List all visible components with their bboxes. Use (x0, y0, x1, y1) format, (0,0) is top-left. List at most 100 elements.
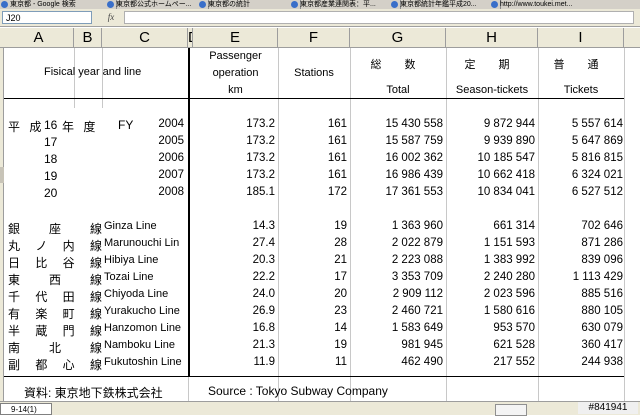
passenger-header-line2: operation (212, 67, 259, 79)
line-name-jp: 日比谷線 (8, 254, 102, 271)
season-tickets: 9 939 890 (483, 135, 535, 147)
tickets-header-jp: 普 通 (553, 59, 609, 71)
season-tickets: 953 570 (493, 322, 535, 334)
passenger-header-unit: km (228, 84, 243, 96)
tab-label: 東京都統計年鑑平成20... (400, 1, 477, 8)
source-en: Source : Tokyo Subway Company (208, 384, 388, 398)
line-name-char: 都 (35, 358, 48, 372)
line-name-char: 内 (62, 239, 75, 253)
column-header-f[interactable]: F (278, 28, 350, 48)
total-header-jp: 総 数 (370, 59, 426, 71)
total-passengers: 15 587 759 (385, 135, 443, 147)
line-name-char: 田 (62, 290, 75, 304)
season-tickets: 10 662 418 (477, 169, 535, 181)
season-tickets: 10 834 041 (477, 186, 535, 198)
column-header-bar: A B C D E F G H I (0, 28, 640, 48)
line-name-char: 西 (48, 273, 61, 287)
tab-tokyo-statistics[interactable]: 東京都の統計 (198, 0, 301, 9)
line-name-char: 座 (48, 222, 61, 236)
column-header-h[interactable]: H (446, 28, 538, 48)
line-name-char: ノ (35, 239, 48, 253)
regular-tickets: 5 647 869 (571, 135, 623, 147)
selected-row-marker (0, 167, 4, 183)
browser-tab-icon (291, 1, 298, 8)
column-header-b[interactable]: B (74, 28, 102, 48)
sheet-tab-bar: 9-14(1) (0, 401, 640, 416)
fy-label: FY (118, 118, 134, 132)
line-name-jp: 銀座線 (8, 220, 102, 237)
total-header-en: Total (386, 84, 410, 96)
image-id-badge: #841941 (578, 402, 638, 414)
column-header-c[interactable]: C (102, 28, 188, 48)
heisei-year: 18 (44, 152, 58, 166)
column-header-i[interactable]: I (538, 28, 624, 48)
formula-bar: J20 fx (0, 9, 640, 27)
browser-tab-icon (107, 1, 114, 8)
stations-count: 14 (334, 322, 347, 334)
fiscal-year-header: Fisical year and line (44, 66, 142, 78)
heisei-year: 17 (44, 135, 58, 149)
fiscal-year: 2006 (158, 152, 184, 164)
total-passengers: 981 945 (401, 339, 443, 351)
row-header-strip[interactable] (0, 48, 4, 401)
line-name-char: 心 (62, 358, 75, 372)
line-name-char: 谷 (62, 256, 75, 270)
stations-count: 161 (327, 152, 347, 164)
season-tickets: 1 383 992 (483, 254, 535, 266)
tab-tokyo-homepage[interactable]: 東京都公式ホームペー... (106, 0, 209, 9)
tab-label: 東京都公式ホームペー... (116, 1, 192, 8)
operation-km: 21.3 (252, 339, 275, 351)
operation-km: 26.9 (252, 305, 275, 317)
tab-label: 東京都産業連関表：平... (300, 1, 376, 8)
line-name-char: 日 (8, 256, 21, 270)
line-name-en: Fukutoshin Line (104, 356, 182, 368)
season-header-en: Season-tickets (455, 84, 529, 96)
stations-count: 19 (334, 339, 347, 351)
line-name-char: 線 (89, 256, 102, 270)
tab-io-table[interactable]: 東京都産業連関表：平... (290, 0, 401, 9)
regular-tickets: 880 105 (581, 305, 623, 317)
operation-km: 16.8 (252, 322, 275, 334)
line-name-jp: 半蔵門線 (8, 322, 102, 339)
operation-km: 185.1 (246, 186, 275, 198)
line-name-char: 有 (8, 307, 21, 321)
formula-input[interactable] (124, 11, 634, 24)
tab-google-search[interactable]: 東京都 - Google 検索 (0, 0, 117, 9)
season-tickets: 661 314 (493, 220, 535, 232)
line-name-char: 線 (89, 239, 102, 253)
operation-km: 173.2 (246, 118, 275, 130)
name-box[interactable]: J20 (2, 11, 92, 24)
line-name-char: 南 (8, 341, 21, 355)
function-icon[interactable]: fx (104, 11, 118, 24)
heisei-year: 20 (44, 186, 58, 200)
season-header-jp: 定 期 (464, 59, 520, 71)
tab-toukei-url[interactable]: http://www.toukei.met... (490, 0, 640, 9)
column-header-e[interactable]: E (193, 28, 278, 48)
season-tickets: 2 023 596 (483, 288, 535, 300)
column-header-a[interactable]: A (4, 28, 74, 48)
total-passengers: 2 223 088 (391, 254, 443, 266)
line-name-char: 半 (8, 324, 21, 338)
column-header-g[interactable]: G (350, 28, 446, 48)
line-name-jp: 有楽町線 (8, 305, 102, 322)
total-passengers: 1 583 649 (391, 322, 443, 334)
stations-count: 23 (334, 305, 347, 317)
season-tickets: 217 552 (493, 356, 535, 368)
sheet-tab[interactable]: 9-14(1) (0, 403, 52, 415)
total-passengers: 2 909 112 (392, 288, 443, 300)
regular-tickets: 702 646 (581, 220, 623, 232)
passenger-header-line1: Passenger (209, 50, 262, 62)
total-passengers: 15 430 558 (385, 118, 443, 130)
season-tickets: 621 528 (493, 339, 535, 351)
tab-yearbook[interactable]: 東京都統計年鑑平成20... (390, 0, 501, 9)
stations-count: 17 (334, 271, 347, 283)
stations-header: Stations (294, 67, 334, 79)
era-label: 平 成 (8, 120, 45, 134)
regular-tickets: 5 557 614 (571, 118, 623, 130)
line-name-jp: 南北線 (8, 339, 102, 356)
horizontal-scrollbar[interactable] (495, 404, 527, 416)
regular-tickets: 360 417 (581, 339, 623, 351)
total-passengers: 3 353 709 (391, 271, 443, 283)
fiscal-year: 2008 (158, 186, 184, 198)
regular-tickets: 5 816 815 (571, 152, 623, 164)
